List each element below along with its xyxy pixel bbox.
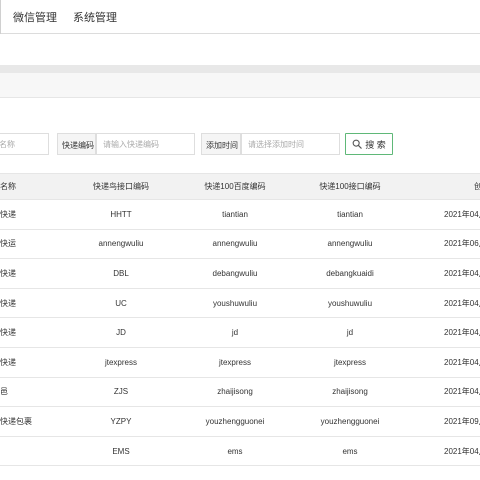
cell-kdniao-code: annengwuliu: [98, 239, 144, 249]
table-row[interactable]: 快运 annengwuliu annengwuliu annengwuliu 2021年…: [0, 229, 480, 260]
content-divider-band: [0, 65, 480, 73]
cell-created-time: 2021年06月: [444, 239, 480, 249]
cell-kdniao-code: HHTT: [110, 209, 132, 219]
header-kd100-baidu-code: 快递100百度编码: [204, 182, 266, 191]
table-body: 快递HHTTtiantiantiantian2021年04月快运annengwu…: [0, 200, 480, 467]
cell-kd100-baidu-code: youshuwuliu: [212, 298, 258, 308]
cell-kd100-api-code: debangkuaidi: [326, 268, 374, 278]
cell-created-time: 2021年09月: [444, 416, 480, 426]
cell-name: 快递: [0, 328, 16, 338]
cell-kd100-baidu-code: tiantian: [222, 209, 248, 219]
header-name: 名称: [0, 182, 16, 191]
table-row[interactable]: 邑 ZJS zhaijisong zhaijisong 2021年04月: [0, 377, 480, 408]
cell-kdniao-code: EMS: [112, 446, 130, 456]
header-created-time: 创: [474, 182, 480, 191]
courier-table: 名称 快递鸟接口编码 快递100百度编码 快递100接口编码 创 快递 HHTT t…: [0, 173, 480, 467]
cell-name: 快递: [0, 268, 16, 278]
cell-kd100-api-code: annengwuliu: [327, 239, 373, 249]
courier-code-label: 快递编码: [57, 133, 96, 155]
top-navigation: 微信管理 系统管理: [0, 0, 480, 34]
table-row[interactable]: EMS ems ems 2021年04月: [0, 436, 480, 467]
cell-created-time: 2021年04月: [444, 328, 480, 338]
cell-created-time: 2021年04月: [444, 357, 480, 367]
cell-kd100-api-code: jtexpress: [333, 357, 366, 367]
cell-kd100-api-code: youzhengguonei: [320, 416, 380, 426]
search-button[interactable]: 搜 索: [345, 133, 393, 155]
cell-name: 邑: [0, 387, 8, 397]
cell-created-time: 2021年04月: [444, 298, 480, 308]
add-time-label: 添加时间: [201, 133, 241, 155]
header-kdniao-code: 快递鸟接口编码: [93, 182, 149, 191]
cell-kd100-baidu-code: jd: [231, 328, 239, 338]
nav-item-wechat-management[interactable]: 微信管理: [13, 9, 57, 25]
cell-kd100-api-code: youshuwuliu: [327, 298, 373, 308]
name-input[interactable]: 名称: [0, 133, 49, 155]
add-time-input[interactable]: 请选择添加时间: [241, 133, 340, 155]
page: 微信管理 系统管理 名称 快递编码 请输入快递编码 添加时间 请选择添加时间 搜…: [0, 0, 480, 480]
nav-divider: [0, 0, 1, 34]
name-input-placeholder: 名称: [0, 140, 15, 149]
cell-kd100-baidu-code: jtexpress: [218, 357, 251, 367]
cell-kd100-api-code: ems: [342, 446, 358, 456]
table-row[interactable]: 快递 jtexpress jtexpress jtexpress 2021年04月: [0, 347, 480, 378]
cell-kdniao-code: JD: [116, 328, 126, 338]
table-header: 名称 快递鸟接口编码 快递100百度编码 快递100接口编码 创: [0, 173, 480, 200]
courier-code-input[interactable]: 请输入快递编码: [96, 133, 195, 155]
cell-kdniao-code: UC: [115, 298, 127, 308]
table-row[interactable]: 快递 UC youshuwuliu youshuwuliu 2021年04月: [0, 288, 480, 319]
cell-name: 快递: [0, 298, 16, 308]
cell-kd100-baidu-code: zhaijisong: [217, 387, 253, 397]
table-row[interactable]: 快递 JD jd jd 2021年04月: [0, 318, 480, 348]
search-icon: [352, 139, 362, 149]
cell-created-time: 2021年04月: [444, 268, 480, 278]
card-header: [0, 73, 480, 98]
table-row[interactable]: 快递 DBL debangwuliu debangkuaidi 2021年04月: [0, 259, 480, 289]
cell-name: 快递包裹: [0, 416, 32, 426]
nav-item-system-management[interactable]: 系统管理: [73, 9, 117, 25]
cell-name: 快递: [0, 357, 16, 367]
cell-created-time: 2021年04月: [444, 387, 480, 397]
cell-kd100-api-code: tiantian: [337, 209, 363, 219]
cell-created-time: 2021年04月: [444, 446, 480, 456]
cell-kd100-baidu-code: ems: [227, 446, 243, 456]
cell-kd100-baidu-code: annengwuliu: [212, 239, 258, 249]
cell-kd100-api-code: jd: [346, 328, 354, 338]
header-kd100-api-code: 快递100接口编码: [319, 182, 381, 191]
search-button-label: 搜 索: [365, 139, 386, 150]
cell-kd100-baidu-code: youzhengguonei: [205, 416, 265, 426]
table-row[interactable]: 快递包裹 YZPY youzhengguonei youzhengguonei 2021…: [0, 407, 480, 437]
cell-kd100-baidu-code: debangwuliu: [212, 268, 258, 278]
cell-kdniao-code: YZPY: [110, 416, 132, 426]
cell-kdniao-code: ZJS: [113, 387, 129, 397]
cell-kdniao-code: DBL: [113, 268, 129, 278]
cell-name: 快递: [0, 209, 16, 219]
table-row[interactable]: 快递 HHTT tiantian tiantian 2021年04月: [0, 200, 480, 230]
cell-name: 快运: [0, 239, 16, 249]
cell-kd100-api-code: zhaijisong: [332, 387, 368, 397]
cell-name: [0, 437, 50, 466]
cell-created-time: 2021年04月: [444, 209, 480, 219]
cell-kdniao-code: jtexpress: [104, 357, 137, 367]
